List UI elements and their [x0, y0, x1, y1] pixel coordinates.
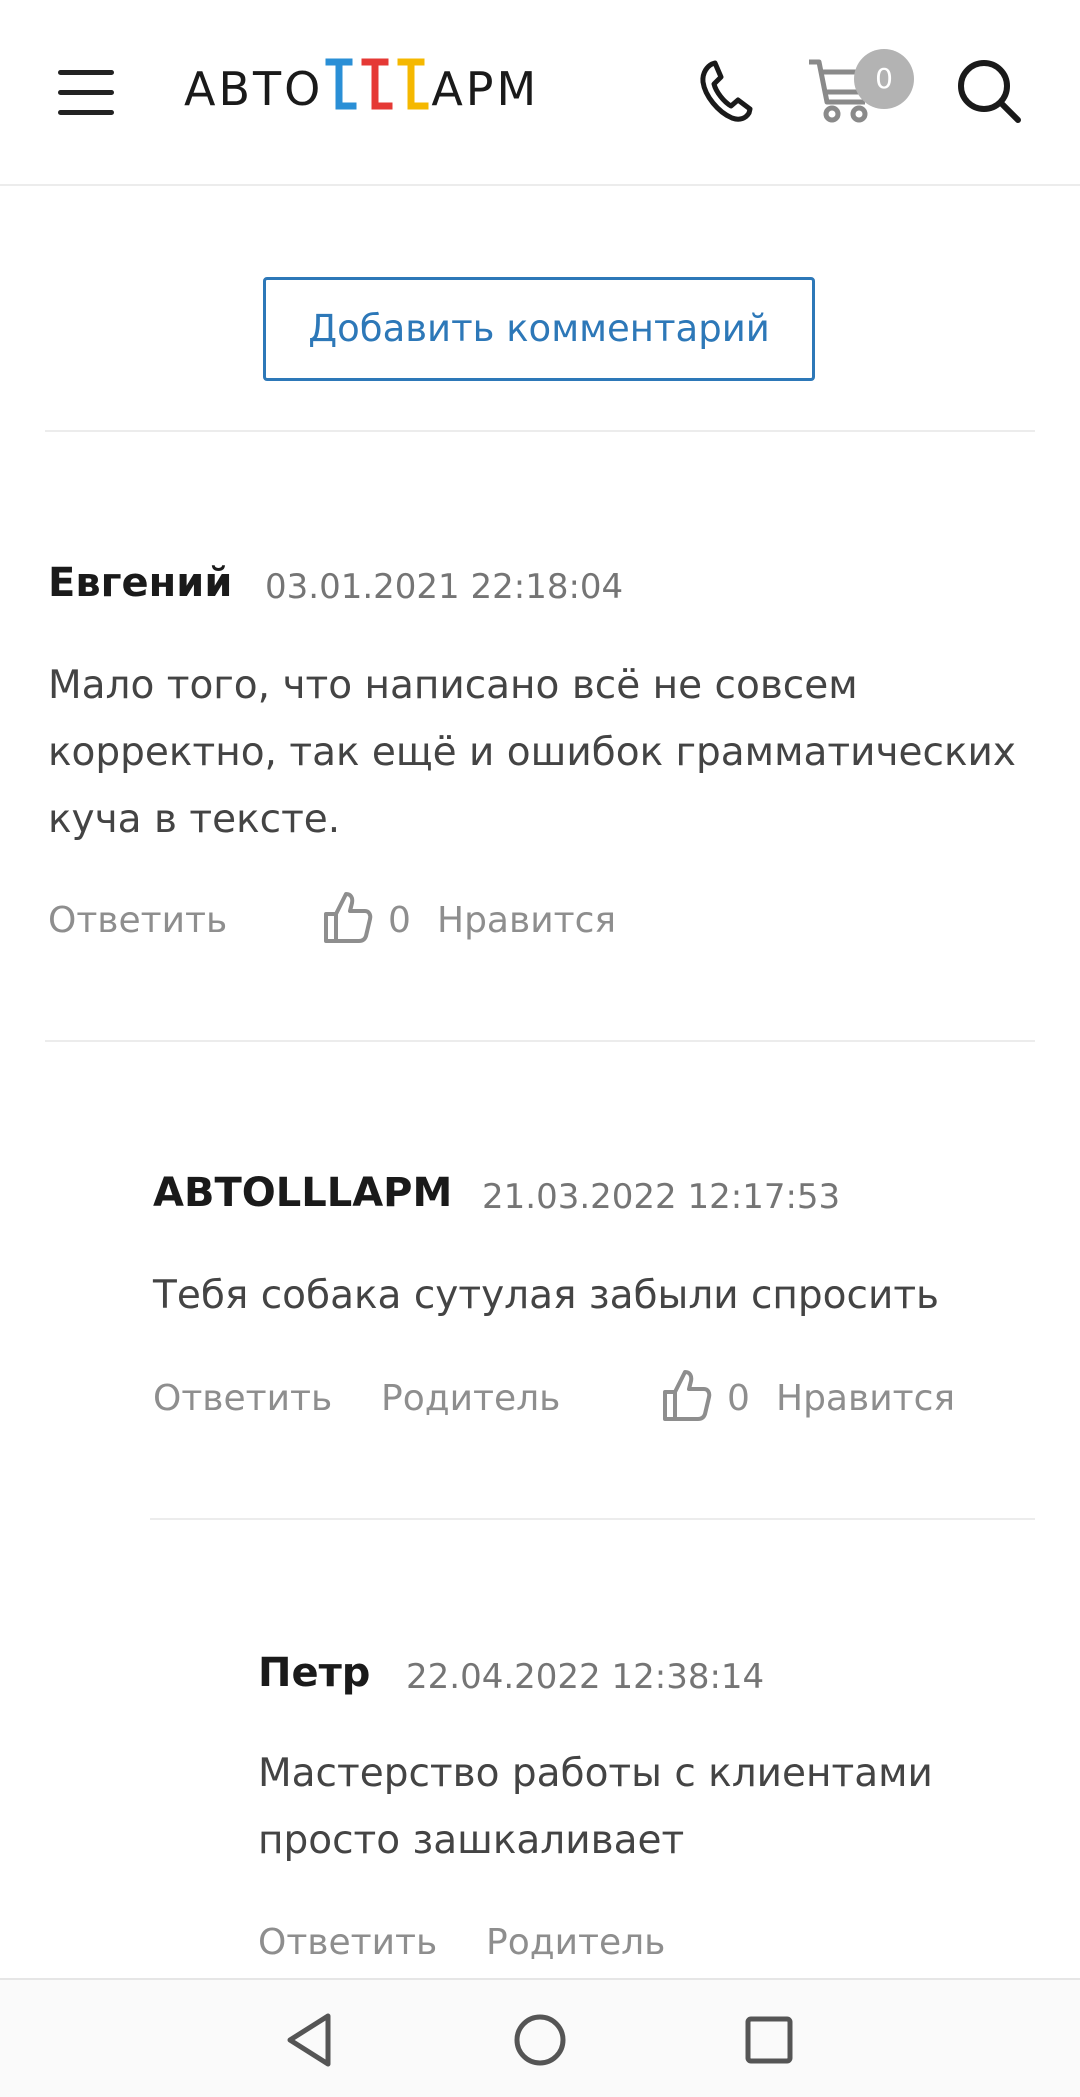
phone-icon[interactable] — [698, 58, 754, 124]
menu-icon[interactable] — [58, 66, 114, 118]
comment-text: Мастерство работы с клиентами просто заш… — [258, 1740, 1038, 1874]
thumbs-up-icon[interactable] — [662, 1368, 712, 1422]
comment-author: АВТОLLLАРМ — [153, 1170, 453, 1216]
logo-text-left: АВТО — [184, 62, 324, 116]
comment-text-line: куча в тексте. — [48, 797, 341, 842]
cart-count-badge: 0 — [854, 49, 914, 109]
reply-link[interactable]: Ответить — [258, 1922, 437, 1963]
logo[interactable]: АВТО АРМ — [184, 52, 539, 112]
logo-mark-icon — [325, 58, 429, 110]
parent-link[interactable]: Родитель — [486, 1922, 665, 1963]
add-comment-button[interactable]: Добавить комментарий — [263, 277, 815, 381]
comment-author: Петр — [258, 1650, 371, 1696]
like-link[interactable]: Нравится — [437, 900, 616, 941]
system-navigation-bar — [0, 1978, 1080, 2097]
back-icon[interactable] — [284, 2012, 334, 2068]
reply-link[interactable]: Ответить — [48, 900, 227, 941]
recents-icon[interactable] — [745, 2016, 793, 2064]
thumbs-up-icon[interactable] — [323, 890, 373, 944]
comment-date: 21.03.2022 12:17:53 — [482, 1177, 841, 1217]
comment-author: Евгений — [48, 560, 233, 606]
comment-text-line: просто зашкаливает — [258, 1818, 685, 1863]
divider — [150, 1518, 1035, 1520]
comment-text: Мало того, что написано всё не совсем ко… — [48, 652, 1038, 853]
app-header: АВТО АРМ 0 — [0, 0, 1080, 186]
home-icon[interactable] — [513, 2013, 567, 2067]
comment-date: 22.04.2022 12:38:14 — [406, 1657, 765, 1697]
comment-date: 03.01.2021 22:18:04 — [265, 567, 624, 607]
like-count: 0 — [727, 1378, 750, 1419]
comment-text-line: корректно, так ещё и ошибок грамматическ… — [48, 730, 1016, 775]
divider — [45, 1040, 1035, 1042]
comment-text-line: Тебя собака сутулая забыли спросить — [153, 1273, 940, 1318]
comment-text-line: Мастерство работы с клиентами — [258, 1751, 933, 1796]
like-link[interactable]: Нравится — [776, 1378, 955, 1419]
logo-text-right: АРМ — [431, 62, 540, 116]
comment-text: Тебя собака сутулая забыли спросить — [153, 1262, 1033, 1329]
divider — [45, 430, 1035, 432]
search-icon[interactable] — [954, 56, 1024, 126]
like-count: 0 — [388, 900, 411, 941]
reply-link[interactable]: Ответить — [153, 1378, 332, 1419]
comment-text-line: Мало того, что написано всё не совсем — [48, 663, 858, 708]
parent-link[interactable]: Родитель — [381, 1378, 560, 1419]
